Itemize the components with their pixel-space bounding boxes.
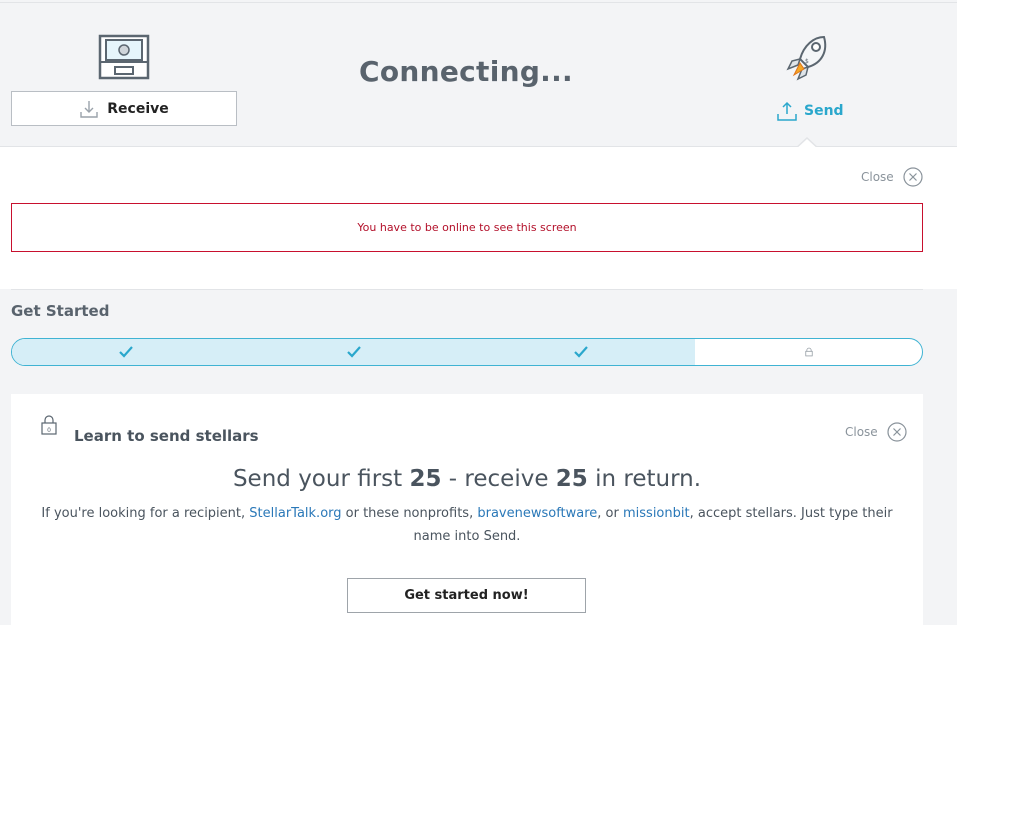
stellartalk-link[interactable]: StellarTalk.org bbox=[249, 506, 341, 521]
send-label: Send bbox=[804, 103, 844, 119]
headline-text: - receive bbox=[441, 466, 556, 492]
card-close-button[interactable]: Close bbox=[845, 422, 907, 442]
card-title: Learn to send stellars bbox=[74, 427, 259, 445]
close-icon bbox=[903, 167, 923, 187]
get-started-progress bbox=[11, 338, 923, 366]
send-panel-close-button[interactable]: Close bbox=[861, 167, 923, 187]
close-icon bbox=[887, 422, 907, 442]
progress-step-3 bbox=[467, 339, 695, 365]
progress-step-4 bbox=[695, 339, 922, 365]
download-icon bbox=[80, 100, 98, 118]
error-message: You have to be online to see this screen bbox=[357, 221, 577, 234]
section-divider bbox=[11, 289, 923, 290]
headline-text: in return. bbox=[587, 466, 702, 492]
wallet-icon bbox=[98, 34, 150, 80]
lock-icon bbox=[805, 347, 813, 357]
svg-text:$: $ bbox=[805, 58, 809, 65]
send-tab[interactable]: Send bbox=[776, 99, 844, 123]
headline-amount: 25 bbox=[555, 466, 588, 492]
missionbit-link[interactable]: missionbit bbox=[623, 506, 690, 521]
progress-step-1 bbox=[12, 339, 240, 365]
description-text: , or bbox=[597, 506, 623, 521]
receive-button[interactable]: Receive bbox=[11, 91, 237, 126]
header: Receive Connecting... $ Send bbox=[0, 3, 957, 151]
svg-text:0: 0 bbox=[47, 427, 51, 434]
headline-text: Send your first bbox=[232, 466, 410, 492]
upload-icon bbox=[777, 101, 797, 121]
connection-status-title: Connecting... bbox=[358, 55, 573, 88]
close-label: Close bbox=[845, 425, 878, 439]
check-icon bbox=[347, 346, 361, 358]
receive-label: Receive bbox=[107, 100, 169, 117]
close-label: Close bbox=[861, 170, 894, 184]
learn-to-send-card: 0 Learn to send stellars Close Send your… bbox=[11, 394, 923, 625]
app-window: Receive Connecting... $ Send Close You h… bbox=[0, 0, 957, 625]
description-text: or these nonprofits, bbox=[341, 506, 478, 521]
progress-step-2 bbox=[240, 339, 468, 365]
rocket-icon: $ bbox=[786, 35, 827, 81]
get-started-now-button[interactable]: Get started now! bbox=[347, 578, 586, 613]
check-icon bbox=[574, 346, 588, 358]
get-started-title: Get Started bbox=[11, 302, 110, 320]
lock-icon: 0 bbox=[41, 415, 57, 435]
offline-error-box: You have to be online to see this screen bbox=[11, 203, 923, 252]
headline-amount: 25 bbox=[409, 466, 442, 492]
check-icon bbox=[119, 346, 133, 358]
cta-label: Get started now! bbox=[404, 588, 529, 603]
card-description: If you're looking for a recipient, Stell… bbox=[36, 502, 898, 548]
bravenewsoftware-link[interactable]: bravenewsoftware bbox=[477, 506, 597, 521]
description-text: If you're looking for a recipient, bbox=[41, 506, 250, 521]
card-headline: Send your first 25 - receive 25 in retur… bbox=[11, 466, 923, 492]
